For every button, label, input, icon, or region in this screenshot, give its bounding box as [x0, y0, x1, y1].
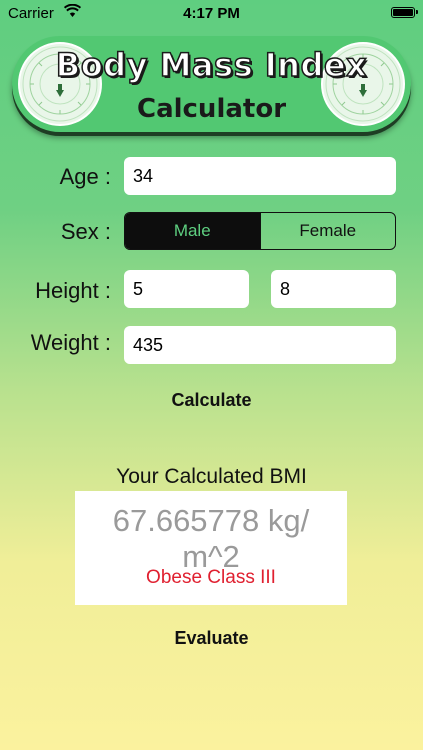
bmi-value-line1: 67.665778 kg/: [112, 503, 310, 538]
app-subtitle: Calculator: [136, 94, 287, 124]
age-label: Age :: [59, 164, 111, 189]
sex-option-male[interactable]: Male: [125, 213, 260, 249]
weight-input[interactable]: 435: [124, 326, 396, 364]
app-banner: Body Mass Index Calculator: [12, 36, 411, 132]
status-time: 4:17 PM: [183, 5, 240, 22]
evaluate-button[interactable]: Evaluate: [0, 628, 423, 649]
status-bar: Carrier 4:17 PM: [0, 0, 423, 28]
bmi-value: 67.665778 kg/ m^2: [83, 503, 339, 575]
battery-icon: [391, 7, 418, 18]
calculate-button[interactable]: Calculate: [0, 390, 423, 411]
app-title: Body Mass Index: [55, 45, 368, 85]
age-input[interactable]: 34: [124, 157, 396, 195]
weight-label: Weight :: [30, 330, 111, 355]
height-inches-input[interactable]: 8: [271, 270, 396, 308]
sex-label: Sex :: [60, 219, 111, 244]
sex-option-female[interactable]: Female: [259, 213, 396, 249]
bmi-classification: Obese Class III: [146, 567, 276, 588]
result-box: 67.665778 kg/ m^2 Obese Class III: [75, 491, 347, 605]
height-feet-input[interactable]: 5: [124, 270, 249, 308]
height-label: Height :: [35, 278, 111, 303]
sex-segmented-control[interactable]: Male Female: [124, 212, 396, 250]
result-heading: Your Calculated BMI: [116, 465, 307, 488]
